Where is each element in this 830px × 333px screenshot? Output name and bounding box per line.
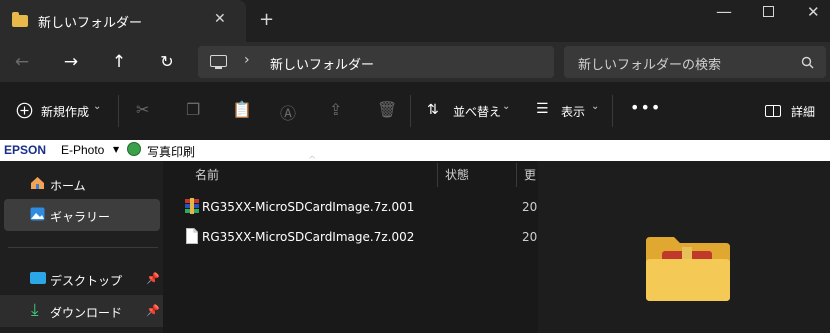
forward-button[interactable]: →	[57, 48, 85, 76]
sidebar-item-home[interactable]: ホーム	[0, 168, 163, 200]
column-header-status[interactable]: 状態	[445, 166, 469, 183]
search-icon[interactable]	[801, 56, 814, 69]
sort-button-label: 並べ替え	[453, 105, 502, 119]
file-list: ^ 名前 状態 更 RG35XX-MicroSDCardImage.7z.001…	[164, 155, 538, 333]
pin-icon[interactable]: 📌	[146, 272, 160, 285]
chevron-down-icon: ⌄	[502, 101, 511, 112]
close-window-button[interactable]: ✕	[807, 3, 820, 21]
list-item[interactable]: RG35XX-MicroSDCardImage.7z.001 20	[164, 192, 538, 222]
minimize-button[interactable]: —	[716, 2, 732, 21]
column-divider[interactable]	[437, 163, 438, 187]
sort-icon: ⇅	[427, 102, 439, 118]
cut-icon[interactable]: ✂	[136, 100, 149, 119]
divider	[118, 95, 119, 127]
sidebar-divider	[8, 247, 158, 248]
sidebar-item-label: デスクトップ	[50, 274, 123, 288]
title-bar: 新しいフォルダー ✕ + — ✕	[0, 0, 830, 42]
search-input[interactable]: 新しいフォルダーの検索	[578, 54, 721, 73]
search-box[interactable]: 新しいフォルダーの検索	[564, 46, 826, 78]
file-modified: 20	[522, 200, 538, 214]
refresh-button[interactable]: ↻	[153, 48, 181, 76]
epson-logo: EPSON	[4, 143, 47, 157]
tab-close-button[interactable]: ✕	[214, 11, 226, 27]
tab-current-folder[interactable]: 新しいフォルダー ✕	[0, 0, 246, 42]
print-icon	[127, 142, 141, 156]
sidebar-item-label: ギャラリー	[50, 210, 111, 224]
sidebar-item-downloads[interactable]: ⤓ ダウンロード 📌	[0, 295, 163, 327]
command-bar: 新規作成 ⌄ ✂ ❐ 📋 Ⓐ ⇪ 🗑 ⇅ 並べ替え ⌄ ☰ 表示 ⌄ ••• 詳…	[0, 82, 830, 140]
share-icon[interactable]: ⇪	[329, 100, 342, 119]
epson-toolbar: EPSON E-Photo ▼ 写真印刷	[0, 140, 830, 161]
paste-icon[interactable]: 📋	[232, 100, 252, 119]
pin-icon[interactable]: 📌	[146, 304, 160, 317]
gallery-icon	[30, 207, 45, 221]
details-button-label: 詳細	[791, 105, 816, 119]
computer-icon-stand	[215, 67, 222, 69]
column-divider[interactable]	[516, 163, 517, 187]
sort-indicator-icon: ^	[308, 155, 317, 166]
dropdown-arrow-icon[interactable]: ▼	[113, 145, 119, 154]
file-icon	[186, 228, 198, 244]
tab-title: 新しいフォルダー	[38, 16, 143, 31]
file-name: RG35XX-MicroSDCardImage.7z.001	[202, 200, 415, 214]
view-lines-icon: ☰	[536, 101, 549, 117]
archive-icon	[185, 198, 199, 214]
desktop-icon	[30, 272, 46, 284]
sidebar-item-label: ホーム	[50, 179, 86, 193]
list-item[interactable]: RG35XX-MicroSDCardImage.7z.002 20	[164, 222, 538, 252]
chevron-down-icon: ⌄	[591, 101, 600, 112]
file-name: RG35XX-MicroSDCardImage.7z.002	[202, 230, 415, 244]
breadcrumb-folder[interactable]: 新しいフォルダー	[270, 54, 374, 73]
rename-icon[interactable]: Ⓐ	[280, 100, 296, 124]
maximize-button[interactable]	[763, 6, 774, 17]
download-icon: ⤓	[31, 300, 39, 320]
copy-icon[interactable]: ❐	[186, 100, 200, 119]
navigation-pane: ホーム ギャラリー デスクトップ 📌 ⤓ ダウンロード 📌	[0, 161, 163, 333]
new-button-label: 新規作成	[41, 105, 90, 119]
more-options-icon[interactable]: •••	[630, 98, 661, 117]
details-pane-icon-divider	[773, 106, 775, 116]
sidebar-item-desktop[interactable]: デスクトップ 📌	[0, 263, 163, 295]
sidebar-item-gallery[interactable]: ギャラリー	[4, 199, 160, 231]
up-button[interactable]: ↑	[105, 48, 133, 76]
navigation-bar: ← → ↑ ↻ › 新しいフォルダー 新しいフォルダーの検索	[0, 42, 830, 82]
chevron-right-icon[interactable]: ›	[244, 52, 250, 68]
folder-icon	[12, 12, 28, 27]
home-icon	[31, 177, 44, 189]
file-modified: 20	[522, 230, 538, 244]
view-button-label: 表示	[561, 105, 586, 119]
sidebar-item-label: ダウンロード	[50, 306, 123, 320]
new-tab-button[interactable]: +	[259, 9, 274, 30]
preview-pane	[538, 161, 830, 333]
chevron-down-icon: ⌄	[93, 101, 102, 112]
column-header-modified[interactable]: 更	[524, 166, 536, 183]
plus-circle-icon	[16, 102, 33, 119]
ephoto-menu[interactable]: E-Photo	[61, 143, 104, 157]
address-bar[interactable]: › 新しいフォルダー	[198, 46, 554, 78]
delete-icon[interactable]: 🗑	[377, 100, 397, 119]
column-header-name[interactable]: 名前	[195, 166, 219, 183]
photo-print-button[interactable]: 写真印刷	[147, 143, 195, 160]
divider	[410, 95, 411, 127]
divider	[612, 95, 613, 127]
computer-icon	[210, 55, 227, 67]
archive-folder-icon	[646, 237, 730, 301]
back-button[interactable]: ←	[8, 48, 36, 76]
